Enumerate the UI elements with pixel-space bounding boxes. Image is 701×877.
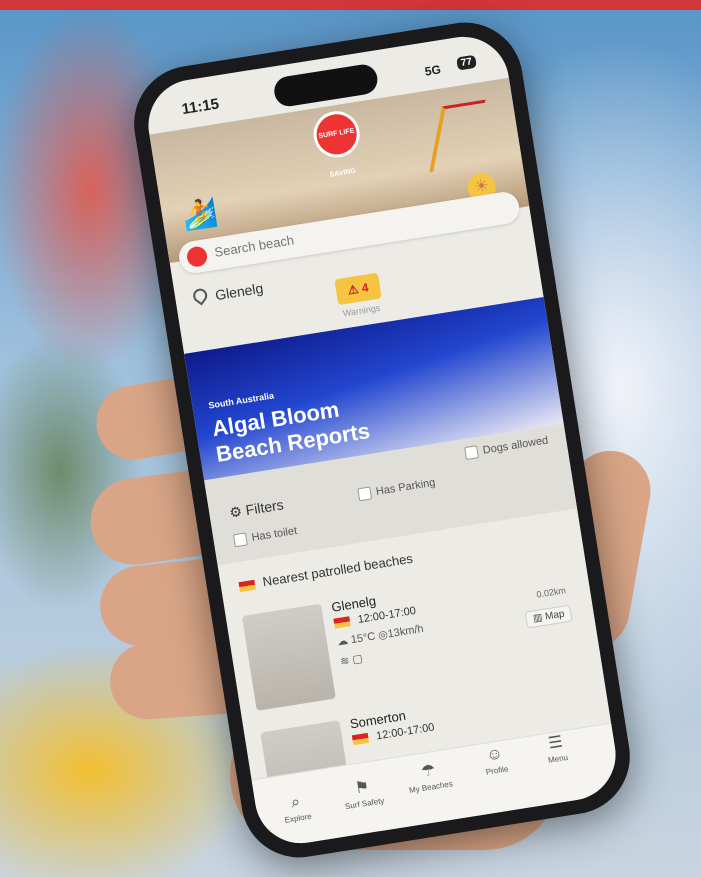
checkbox-icon	[232, 532, 248, 548]
filter-has-toilet[interactable]: Has toilet	[232, 524, 298, 548]
patrol-flag-icon	[351, 732, 370, 746]
beach-distance: 0.02km	[535, 585, 567, 600]
tab-label: Menu	[547, 752, 569, 765]
beach-amenities: ≋ ▢	[339, 652, 363, 668]
user-icon: ☺	[485, 745, 505, 765]
tab-menu[interactable]: ☰ Menu	[524, 728, 588, 768]
network-indicator: 5G	[423, 62, 442, 79]
parking-icon: ▢	[351, 652, 364, 667]
checkbox-icon	[357, 486, 373, 502]
beach-thumbnail	[241, 603, 336, 711]
filters-label: Filters	[244, 496, 285, 519]
tab-my-beaches[interactable]: ☂ My Beaches	[397, 756, 461, 796]
waves-icon: ≋	[339, 654, 351, 669]
tab-label: Explore	[284, 811, 313, 825]
surfers-silhouette-icon: 🏄	[180, 196, 220, 233]
temperature: 15°C	[350, 630, 377, 647]
tab-label: Profile	[485, 764, 510, 777]
status-time: 11:15	[180, 95, 221, 119]
search-logo-icon	[185, 245, 209, 269]
patrol-flag-icon	[238, 579, 256, 592]
tab-explore[interactable]: ⌕ Explore	[265, 789, 329, 827]
map-label: Map	[544, 608, 566, 623]
location-name: Glenelg	[214, 279, 265, 304]
top-accent-bar	[0, 0, 701, 10]
filter-label: Dogs allowed	[481, 434, 550, 457]
patrol-flag-icon	[333, 616, 351, 629]
battery-icon: 77	[455, 54, 477, 71]
filter-label: Has Parking	[375, 476, 437, 498]
filters-title: ⚙ Filters	[228, 496, 285, 521]
warnings-count: 4	[360, 280, 370, 296]
map-button[interactable]: ▥ Map	[524, 604, 573, 629]
tab-profile[interactable]: ☺ Profile	[464, 742, 528, 780]
filter-has-parking[interactable]: Has Parking	[357, 476, 437, 502]
warnings-badge[interactable]: ⚠ 4	[334, 272, 382, 306]
filter-dogs-allowed[interactable]: Dogs allowed	[464, 434, 550, 461]
flag-icon: ⚑	[353, 778, 371, 798]
location-pin-icon	[190, 285, 210, 306]
wind-speed: 13km/h	[386, 622, 425, 641]
tab-surf-safety[interactable]: ⚑ Surf Safety	[331, 773, 395, 813]
current-location[interactable]: Glenelg	[190, 279, 265, 307]
checkbox-icon	[464, 445, 479, 461]
filter-label: Has toilet	[250, 524, 298, 544]
surf-life-saving-logo: SURF LIFE SAVING	[310, 108, 363, 179]
search-icon: ⌕	[289, 793, 302, 812]
windsurf-sail-icon	[429, 99, 486, 173]
